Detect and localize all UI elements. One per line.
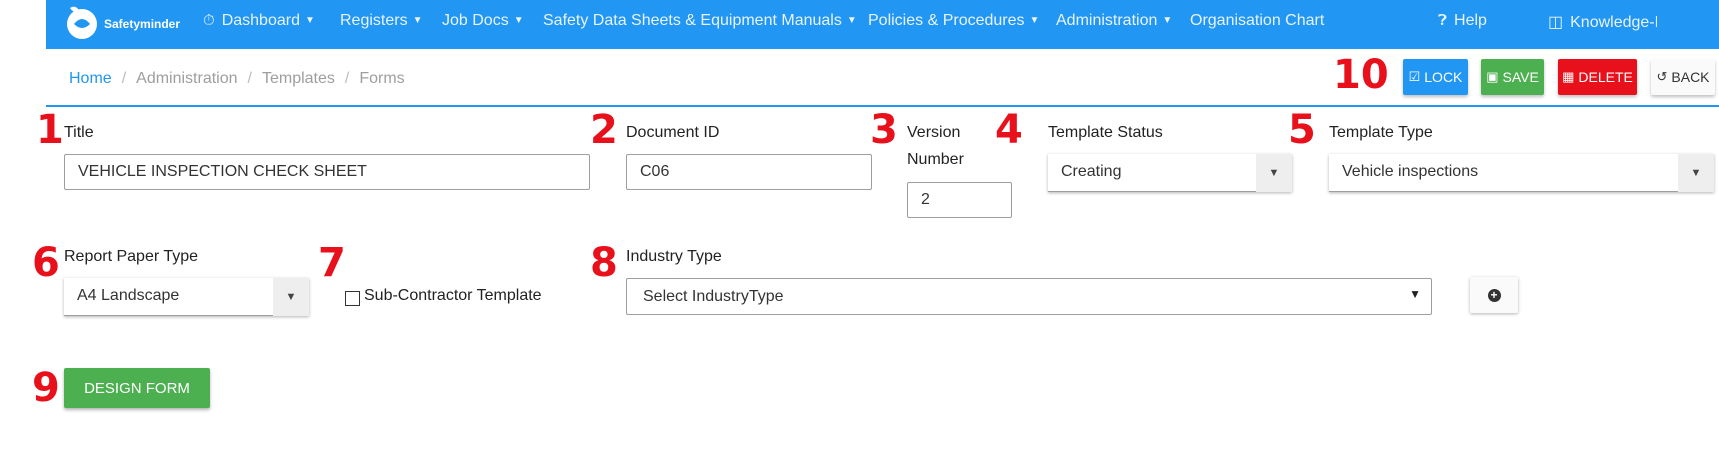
design-form-button[interactable]: DESIGN FORM (64, 368, 210, 408)
lock-button[interactable]: ☑ LOCK (1403, 59, 1468, 95)
caret-down-icon: ▼ (1162, 15, 1173, 26)
report-paper-type-label: Report Paper Type (64, 248, 199, 265)
report-paper-type-select[interactable]: A4 Landscape ▼ (64, 278, 309, 316)
caret-down-icon[interactable]: ▼ (1256, 154, 1292, 192)
nav-organisation-chart[interactable]: Organisation Chart (1190, 12, 1324, 30)
back-button[interactable]: ↺ BACK (1651, 59, 1715, 95)
callout-6: 6 (32, 240, 60, 286)
breadcrumb-forms: Forms (359, 70, 405, 87)
delete-button[interactable]: ▦ DELETE (1558, 59, 1637, 95)
caret-down-icon[interactable]: ▼ (273, 278, 309, 316)
subcontractor-label: Sub-Contractor Template (364, 287, 542, 304)
breadcrumb-home[interactable]: Home (69, 70, 112, 87)
nav-job-docs[interactable]: Job Docs ▼ (442, 12, 524, 30)
callout-2: 2 (590, 107, 618, 153)
brand-logo[interactable]: Safetyminder (60, 2, 180, 42)
nav-help[interactable]: ❓︎ Help (1438, 12, 1487, 30)
industry-type-label: Industry Type (626, 248, 722, 265)
template-type-label: Template Type (1329, 124, 1433, 141)
book-icon: ◫ (1548, 14, 1564, 31)
nav-registers[interactable]: Registers ▼ (340, 12, 422, 30)
undo-icon: ↺ (1656, 69, 1668, 84)
callout-8: 8 (590, 240, 618, 286)
template-type-select[interactable]: Vehicle inspections ▼ (1329, 154, 1714, 192)
caret-down-icon[interactable]: ▼ (1678, 154, 1714, 192)
caret-down-icon: ▼ (846, 15, 857, 26)
nav-policies[interactable]: Policies & Procedures ▼ (868, 12, 1039, 30)
brand-name: Safetyminder (104, 17, 181, 31)
callout-5: 5 (1288, 107, 1316, 153)
breadcrumb: Home / Administration / Templates / Forms (69, 70, 405, 87)
template-status-label: Template Status (1048, 124, 1163, 141)
caret-down-icon: ▼ (1029, 15, 1040, 26)
callout-3: 3 (870, 107, 898, 153)
add-industry-type-button[interactable]: + (1470, 277, 1518, 313)
save-button[interactable]: ▣ SAVE (1481, 59, 1544, 95)
callout-9: 9 (32, 365, 60, 411)
subcontractor-checkbox[interactable] (345, 291, 360, 306)
callout-7: 7 (318, 240, 346, 286)
question-circle-icon: ❓︎ (1438, 12, 1448, 29)
version-number-input[interactable]: 2 (907, 182, 1012, 218)
nav-safety-data-sheets[interactable]: Safety Data Sheets & Equipment Manuals ▼ (543, 12, 857, 30)
industry-type-select[interactable]: Select IndustryType ▼ (626, 278, 1432, 315)
title-label: Title (64, 124, 94, 141)
logo-icon (60, 2, 102, 42)
dashboard-icon: ⏱ (203, 12, 215, 29)
document-id-input[interactable]: C06 (626, 154, 872, 190)
breadcrumb-templates[interactable]: Templates (262, 70, 335, 87)
document-id-label: Document ID (626, 124, 720, 141)
caret-down-icon: ▼ (304, 15, 315, 26)
caret-down-icon: ▼ (412, 15, 423, 26)
nav-knowledge-base[interactable]: ◫ Knowledge-B (1548, 12, 1657, 32)
check-square-icon: ☑ (1408, 69, 1421, 84)
callout-10: 10 (1333, 52, 1389, 98)
callout-1: 1 (36, 107, 64, 153)
floppy-disk-icon: ▣ (1486, 69, 1499, 84)
title-input[interactable]: VEHICLE INSPECTION CHECK SHEET (64, 154, 590, 190)
breadcrumb-administration[interactable]: Administration (136, 70, 237, 87)
trash-icon: ▦ (1562, 69, 1575, 84)
plus-circle-icon: + (1487, 288, 1501, 302)
caret-down-icon: ▼ (1409, 287, 1421, 301)
nav-administration[interactable]: Administration ▼ (1056, 12, 1172, 30)
nav-dashboard[interactable]: ⏱ Dashboard ▼ (203, 12, 315, 30)
template-status-select[interactable]: Creating ▼ (1048, 154, 1292, 192)
top-navbar: Safetyminder ⏱ Dashboard ▼ Registers ▼ Job … (46, 0, 1719, 49)
caret-down-icon: ▼ (513, 15, 524, 26)
version-label: Version Number (907, 124, 964, 168)
callout-4: 4 (995, 107, 1023, 153)
